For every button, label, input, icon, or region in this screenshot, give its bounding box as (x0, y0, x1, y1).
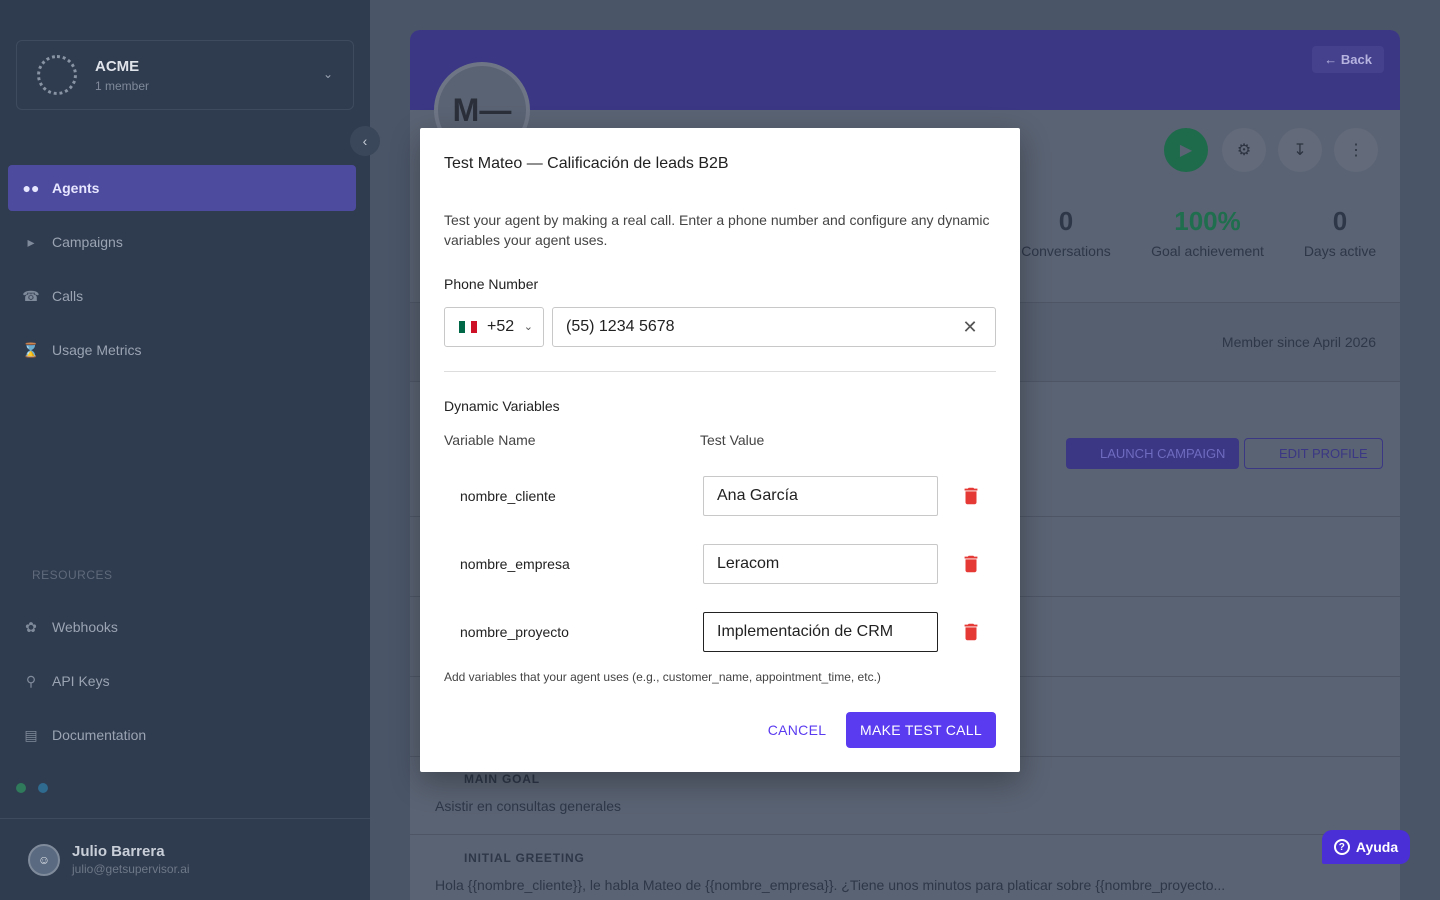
stat-label: Goal achievement (1151, 243, 1264, 259)
more-button[interactable]: ⋮ (1334, 128, 1378, 172)
sidebar: ACME 1 member ⌄ ‹ ●● Agents ▸ Campaigns … (0, 0, 380, 900)
dynamic-variables-heading: Dynamic Variables (444, 398, 560, 414)
stat-label: Days active (1303, 243, 1377, 259)
status-dot (38, 783, 48, 793)
people-icon: ●● (22, 180, 40, 196)
hourglass-icon: ⌛ (22, 342, 40, 358)
clear-icon[interactable]: ✕ (960, 317, 980, 337)
sidebar-item-usage-metrics[interactable]: ⌛ Usage Metrics (8, 327, 356, 373)
sidebar-item-label: Campaigns (52, 234, 123, 250)
org-logo (37, 55, 77, 95)
divider (444, 371, 996, 372)
more-vertical-icon: ⋮ (1348, 142, 1364, 159)
stat-goal: 100% Goal achievement (1150, 206, 1265, 259)
sidebar-item-label: Usage Metrics (52, 342, 142, 358)
member-since: Member since April 2026 (1221, 334, 1376, 350)
status-dots (16, 783, 48, 793)
org-name: ACME (95, 57, 140, 75)
test-call-dialog: Test Mateo — Calificación de leads B2B T… (420, 128, 1020, 772)
stat-value: 100% (1174, 206, 1241, 236)
stat-value: 0 (1058, 206, 1074, 236)
help-label: Ayuda (1355, 839, 1399, 855)
org-members: 1 member (95, 78, 150, 93)
stat-days: 0 Days active (1302, 206, 1378, 259)
sidebar-item-calls[interactable]: ☎ Calls (8, 273, 356, 319)
greeting-title: INITIAL GREETING (464, 851, 585, 865)
launch-campaign-button[interactable]: LAUNCH CAMPAIGN (1066, 438, 1240, 469)
sidebar-item-api-keys[interactable]: ⚲ API Keys (8, 658, 356, 704)
help-button[interactable]: ? Ayuda (1322, 830, 1410, 864)
column-test-value: Test Value (700, 432, 765, 448)
stat-value: 0 (1332, 206, 1348, 236)
sidebar-item-label: Calls (52, 288, 84, 304)
sidebar-item-label: Webhooks (52, 619, 118, 635)
variables-hint: Add variables that your agent uses (e.g.… (444, 670, 881, 684)
settings-button[interactable]: ⚙ (1222, 128, 1266, 172)
download-button[interactable]: ↧ (1278, 128, 1322, 172)
play-button[interactable]: ▶ (1164, 128, 1208, 172)
variable-name: nombre_cliente (460, 488, 556, 504)
column-variable-name: Variable Name (444, 432, 536, 448)
resources-heading: RESOURCES (32, 568, 113, 582)
main-goal-title: MAIN GOAL (464, 772, 540, 786)
variable-name: nombre_proyecto (460, 624, 569, 640)
phone-input[interactable] (552, 307, 996, 347)
help-icon: ? (1333, 839, 1350, 855)
dialog-title: Test Mateo — Calificación de leads B2B (444, 155, 729, 172)
chevron-down-icon: ⌄ (322, 67, 333, 81)
chevron-down-icon: ⌄ (523, 321, 533, 333)
collapse-sidebar-button[interactable]: ‹ (350, 126, 380, 156)
delete-icon[interactable] (960, 553, 982, 575)
variable-value-input[interactable] (703, 612, 938, 652)
country-code: +52 (487, 318, 515, 335)
sidebar-item-documentation[interactable]: ▤ Documentation (8, 712, 356, 758)
sidebar-item-label: Documentation (52, 727, 147, 743)
key-icon: ⚲ (25, 673, 37, 689)
megaphone-icon: ▸ (27, 234, 35, 250)
status-dot (16, 783, 26, 793)
profile-banner: ← Back (410, 30, 1400, 110)
gear-icon: ⚙ (1236, 142, 1252, 159)
sidebar-item-campaigns[interactable]: ▸ Campaigns (8, 219, 356, 265)
phone-icon: ☎ (22, 288, 40, 304)
dialog-description: Test your agent by making a real call. E… (444, 212, 990, 248)
download-icon: ↧ (1293, 142, 1307, 159)
make-test-call-button[interactable]: MAKE TEST CALL (846, 712, 996, 748)
sidebar-item-agents[interactable]: ●● Agents (8, 165, 356, 211)
variable-name: nombre_empresa (460, 556, 570, 572)
org-switcher[interactable]: ACME 1 member ⌄ (16, 40, 354, 110)
user-name: Julio Barrera (72, 843, 165, 860)
mexico-flag-icon (459, 321, 477, 333)
greeting-text: Hola {{nombre_cliente}}, le habla Mateo … (435, 877, 1226, 893)
user-email: julio@getsupervisor.ai (72, 862, 190, 876)
delete-icon[interactable] (960, 485, 982, 507)
cancel-button[interactable]: CANCEL (760, 712, 834, 748)
avatar: ☺ (28, 843, 60, 876)
main-goal-text: Asistir en consultas generales (435, 798, 621, 814)
back-label: Back (1340, 52, 1372, 67)
sidebar-item-webhooks[interactable]: ✿ Webhooks (8, 604, 356, 650)
delete-icon[interactable] (960, 621, 982, 643)
country-code-select[interactable]: +52 ⌄ (444, 307, 544, 347)
phone-label: Phone Number (444, 276, 539, 292)
edit-profile-button[interactable]: EDIT PROFILE (1244, 438, 1383, 469)
variable-value-input[interactable] (703, 544, 938, 584)
sidebar-item-label: Agents (52, 180, 100, 196)
sidebar-item-label: API Keys (52, 673, 110, 689)
user-profile[interactable]: ☺ Julio Barrera julio@getsupervisor.ai (0, 818, 370, 900)
stat-conversations: 0 Conversations (1020, 206, 1112, 259)
variable-value-input[interactable] (703, 476, 938, 516)
stat-label: Conversations (1021, 243, 1111, 259)
webhook-icon: ✿ (25, 619, 37, 635)
back-button[interactable]: ← Back (1312, 46, 1384, 73)
document-icon: ▤ (24, 727, 38, 743)
